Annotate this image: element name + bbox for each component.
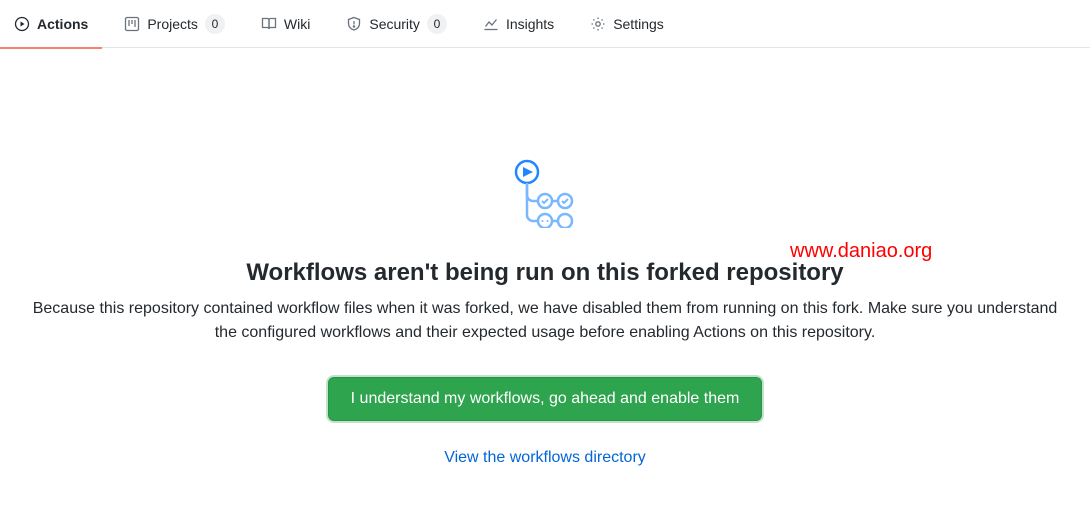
tab-label: Insights bbox=[506, 16, 554, 32]
tab-label: Projects bbox=[147, 16, 198, 32]
enable-workflows-button[interactable]: I understand my workflows, go ahead and … bbox=[328, 377, 763, 421]
counter-badge: 0 bbox=[205, 14, 225, 34]
project-icon bbox=[124, 16, 140, 32]
tab-label: Wiki bbox=[284, 16, 310, 32]
repo-tabs: Actions Projects 0 Wiki Security 0 Insig… bbox=[0, 0, 1090, 48]
workflow-illustration bbox=[507, 158, 583, 233]
tab-actions[interactable]: Actions bbox=[0, 0, 102, 48]
tab-insights[interactable]: Insights bbox=[469, 0, 568, 48]
tab-projects[interactable]: Projects 0 bbox=[110, 0, 239, 48]
counter-badge: 0 bbox=[427, 14, 447, 34]
main-content: www.daniao.org Workflows aren't being ru… bbox=[0, 48, 1090, 467]
gear-icon bbox=[590, 16, 606, 32]
page-heading: Workflows aren't being run on this forke… bbox=[0, 259, 1090, 287]
shield-icon bbox=[346, 16, 362, 32]
tab-wiki[interactable]: Wiki bbox=[247, 0, 324, 48]
play-icon bbox=[14, 16, 30, 32]
book-icon bbox=[261, 16, 277, 32]
view-workflows-link[interactable]: View the workflows directory bbox=[0, 449, 1090, 467]
tab-label: Actions bbox=[37, 16, 88, 32]
tab-label: Security bbox=[369, 16, 420, 32]
watermark-text: www.daniao.org bbox=[790, 240, 932, 263]
graph-icon bbox=[483, 16, 499, 32]
page-description: Because this repository contained workfl… bbox=[0, 297, 1090, 345]
tab-label: Settings bbox=[613, 16, 664, 32]
tab-settings[interactable]: Settings bbox=[576, 0, 678, 48]
tab-security[interactable]: Security 0 bbox=[332, 0, 461, 48]
